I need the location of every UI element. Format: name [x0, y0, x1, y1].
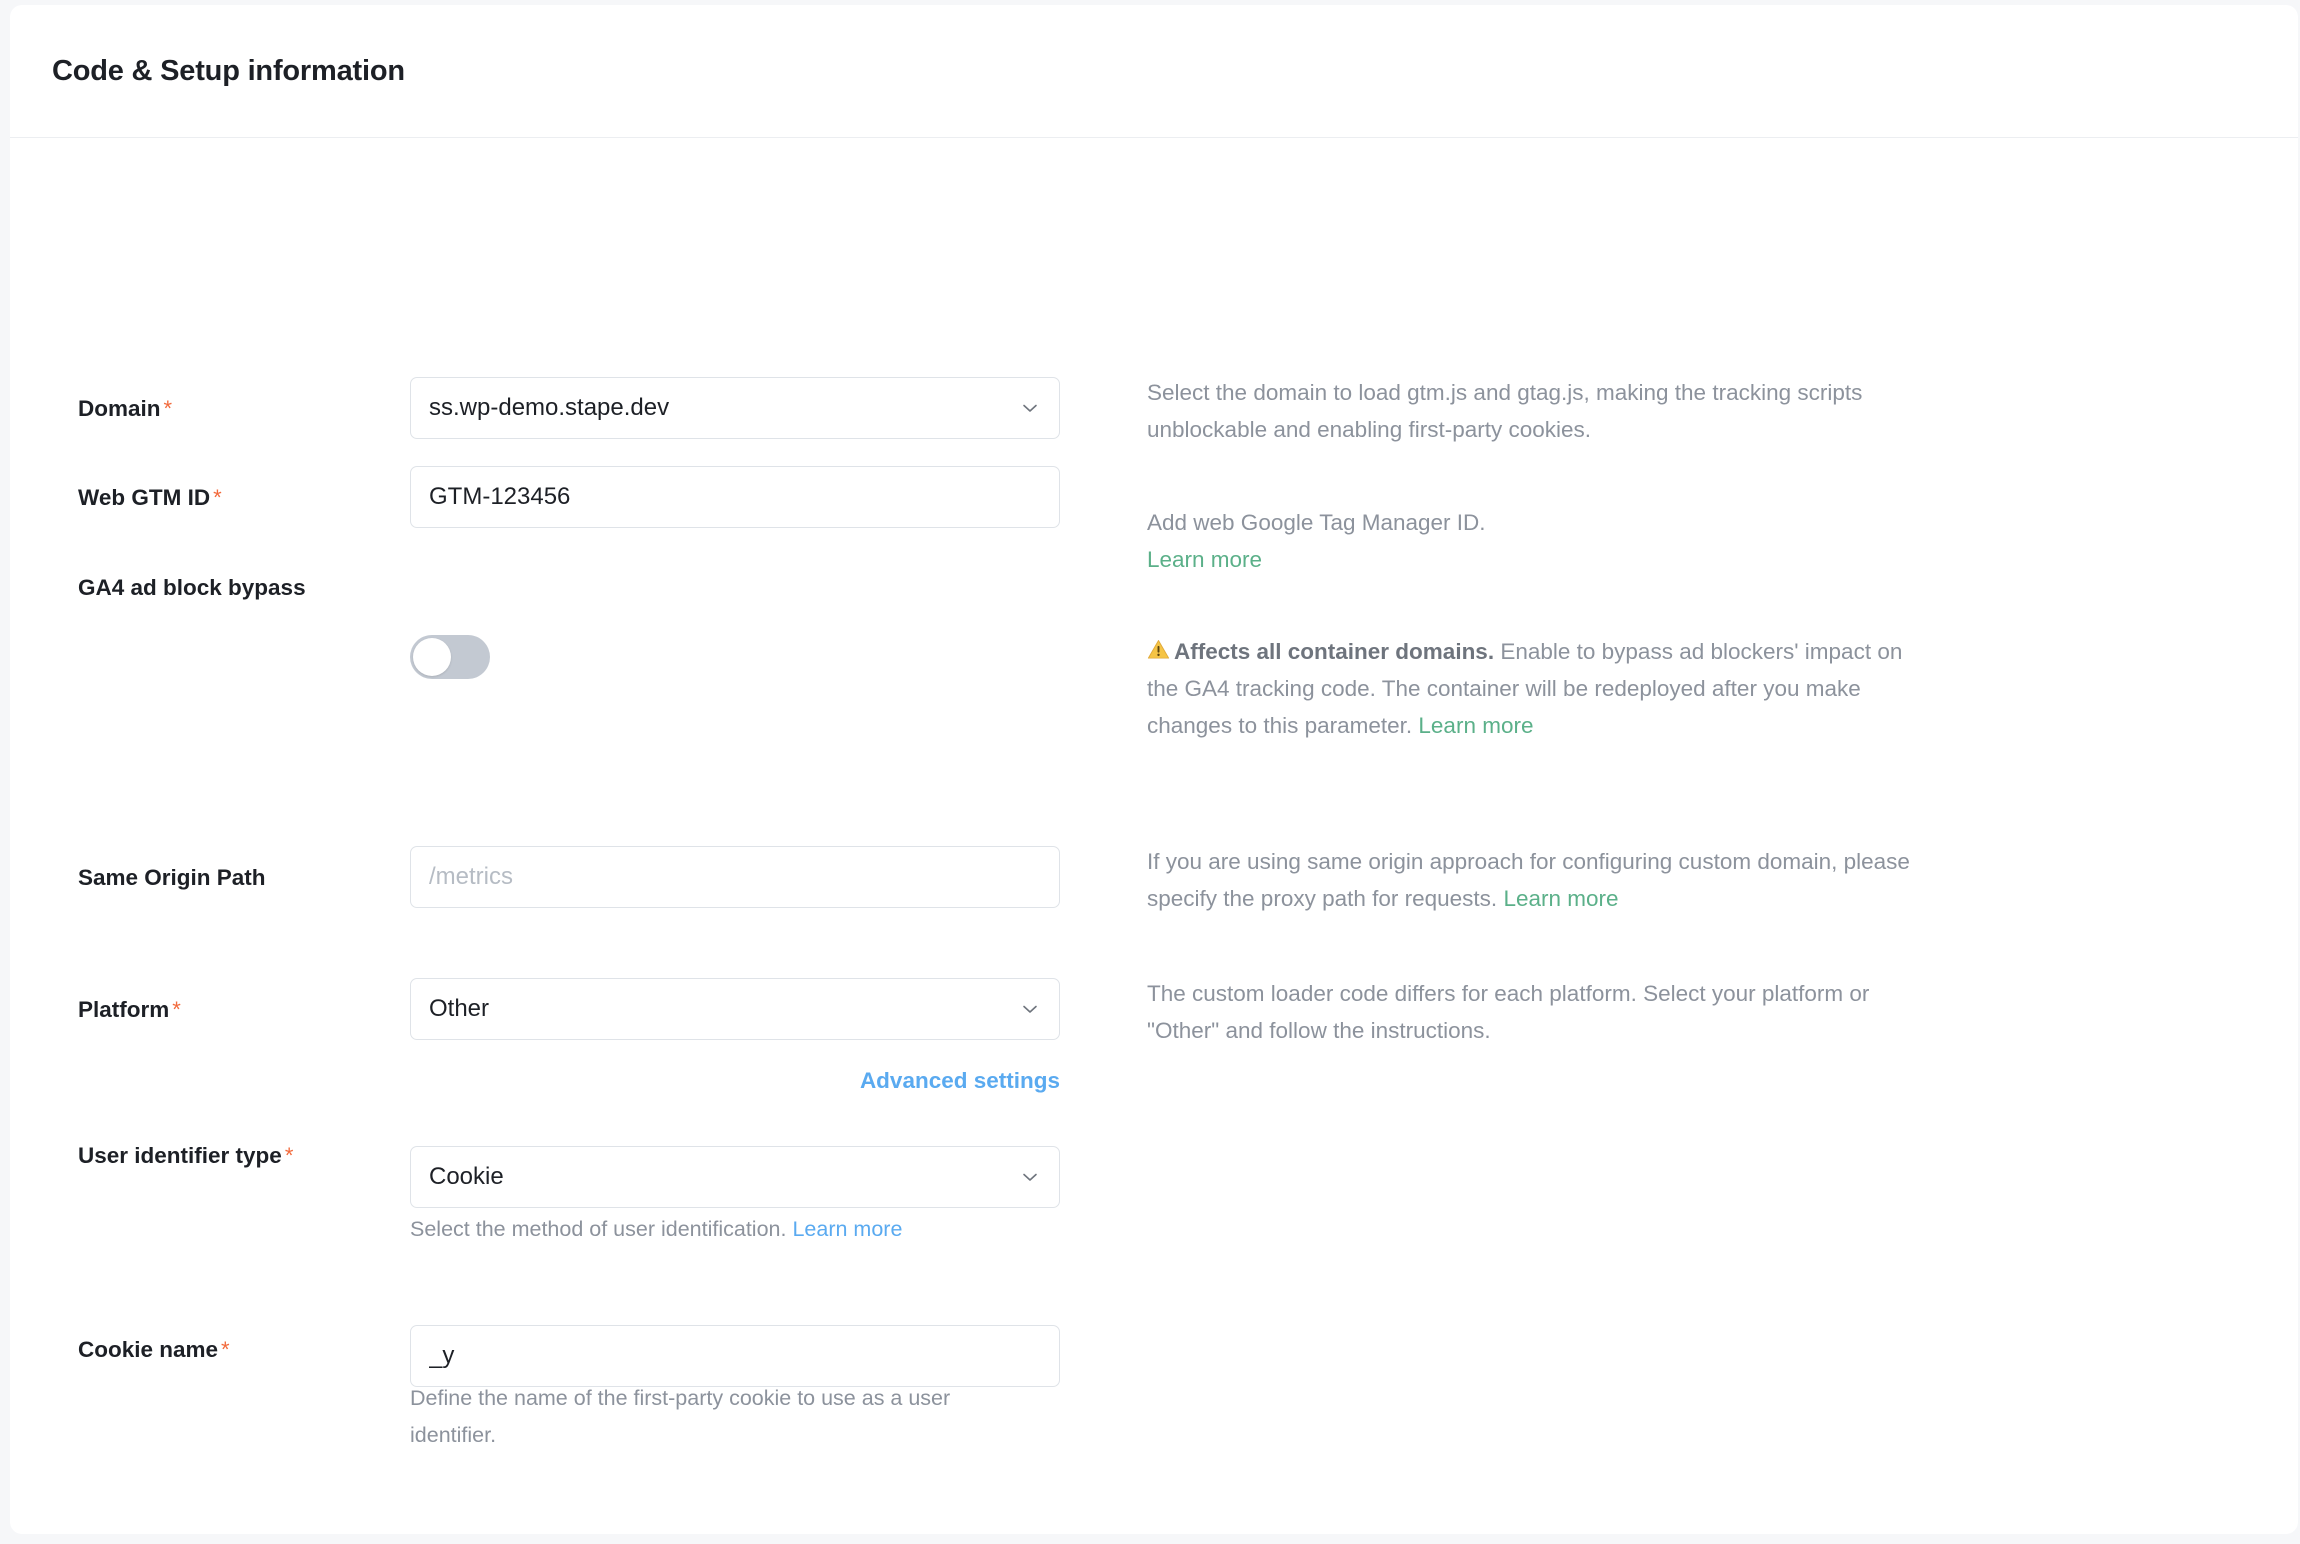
platform-help: The custom loader code differs for each … — [1147, 975, 1937, 1049]
web-gtm-id-label: Web GTM ID* — [78, 485, 222, 511]
domain-value: ss.wp-demo.stape.dev — [429, 394, 1019, 422]
page-title: Code & Setup information — [52, 55, 405, 88]
ga4-help-bold: Affects all container domains. — [1174, 639, 1494, 664]
web-gtm-id-help: Add web Google Tag Manager ID. Learn mor… — [1147, 504, 1937, 578]
chevron-down-icon — [1019, 998, 1041, 1020]
required-asterisk: * — [221, 1337, 230, 1362]
chevron-down-icon — [1019, 397, 1041, 419]
warning-triangle-icon — [1147, 635, 1170, 672]
advanced-settings-link[interactable]: Advanced settings — [410, 1068, 1060, 1094]
same-origin-path-input[interactable]: /metrics — [410, 846, 1060, 908]
ga4-learn-more-link[interactable]: Learn more — [1418, 713, 1533, 738]
required-asterisk: * — [172, 997, 181, 1022]
domain-select[interactable]: ss.wp-demo.stape.dev — [410, 377, 1060, 439]
cookie-name-label: Cookie name* — [78, 1337, 230, 1363]
platform-value: Other — [429, 995, 1019, 1023]
platform-select[interactable]: Other — [410, 978, 1060, 1040]
toggle-knob — [413, 638, 451, 676]
required-asterisk: * — [285, 1143, 294, 1168]
ga4-ad-block-bypass-label: GA4 ad block bypass — [78, 575, 306, 601]
domain-label: Domain* — [78, 396, 172, 422]
platform-label: Platform* — [78, 997, 181, 1023]
user-identifier-type-subhelp: Select the method of user identification… — [410, 1211, 1050, 1248]
user-identifier-type-select[interactable]: Cookie — [410, 1146, 1060, 1208]
user-identifier-type-value: Cookie — [429, 1163, 1019, 1191]
required-asterisk: * — [213, 485, 222, 510]
cookie-name-subhelp: Define the name of the first-party cooki… — [410, 1380, 1010, 1454]
same-origin-path-label: Same Origin Path — [78, 865, 266, 891]
chevron-down-icon — [1019, 1166, 1041, 1188]
cookie-name-input[interactable]: _y — [410, 1325, 1060, 1387]
ga4-ad-block-bypass-toggle[interactable] — [410, 635, 490, 679]
same-origin-path-help: If you are using same origin approach fo… — [1147, 843, 1937, 917]
web-gtm-id-input[interactable]: GTM-123456 — [410, 466, 1060, 528]
required-asterisk: * — [164, 396, 173, 421]
web-gtm-id-value: GTM-123456 — [429, 483, 1041, 511]
ga4-ad-block-bypass-help: Affects all container domains. Enable to… — [1147, 633, 1937, 744]
same-origin-path-learn-more-link[interactable]: Learn more — [1503, 886, 1618, 911]
user-identifier-learn-more-link[interactable]: Learn more — [792, 1217, 902, 1241]
same-origin-path-placeholder: /metrics — [429, 863, 1041, 891]
web-gtm-id-learn-more-link[interactable]: Learn more — [1147, 547, 1262, 572]
code-setup-card: Code & Setup information Domain* ss.wp-d… — [10, 5, 2298, 1534]
domain-help: Select the domain to load gtm.js and gta… — [1147, 374, 1937, 448]
user-identifier-type-label: User identifier type* — [78, 1143, 293, 1169]
cookie-name-value: _y — [429, 1342, 1041, 1370]
card-header: Code & Setup information — [10, 5, 2298, 138]
